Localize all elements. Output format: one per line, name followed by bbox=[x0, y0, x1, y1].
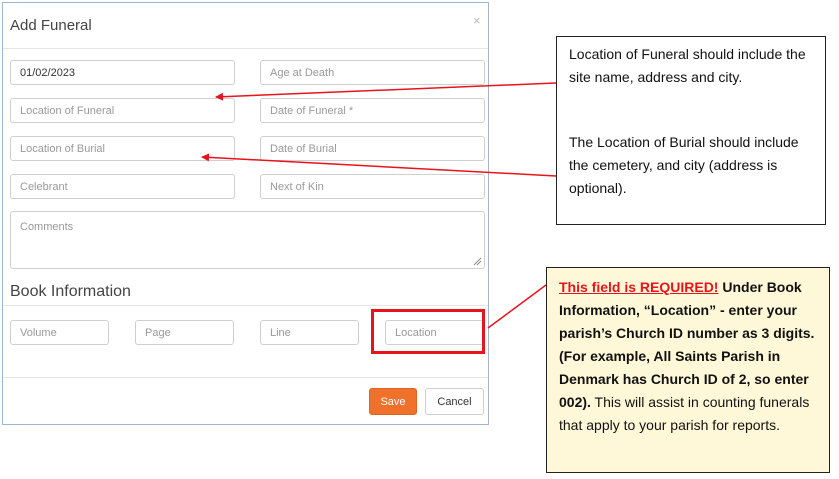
page-field[interactable] bbox=[135, 320, 234, 345]
date-field[interactable] bbox=[10, 60, 235, 85]
burial-note-text: The Location of Burial should include th… bbox=[569, 134, 799, 196]
age-at-death-field[interactable] bbox=[260, 60, 485, 85]
date-of-funeral-field[interactable] bbox=[260, 98, 485, 123]
required-note-highlight: This field is REQUIRED! bbox=[559, 279, 719, 295]
funeral-note-text: Location of Funeral should include the s… bbox=[569, 46, 806, 85]
required-note-purpose: This will assist in counting funerals th… bbox=[559, 394, 810, 433]
required-note-instructions: Under Book Information, “Location” - ent… bbox=[559, 279, 815, 410]
location-highlight-box bbox=[371, 309, 485, 354]
line-field[interactable] bbox=[260, 320, 359, 345]
close-icon[interactable]: × bbox=[473, 13, 481, 28]
required-callout-line bbox=[487, 284, 547, 329]
add-funeral-dialog: Add Funeral × Book Information Save Canc… bbox=[2, 2, 489, 425]
location-of-burial-field[interactable] bbox=[10, 136, 235, 161]
cancel-button[interactable]: Cancel bbox=[425, 388, 484, 415]
section-divider bbox=[3, 305, 488, 306]
location-of-funeral-field[interactable] bbox=[10, 98, 235, 123]
location-note-box: Location of Funeral should include the s… bbox=[556, 36, 826, 225]
volume-field[interactable] bbox=[10, 320, 109, 345]
comments-field[interactable] bbox=[10, 211, 485, 269]
footer-divider bbox=[3, 377, 488, 378]
date-of-burial-field[interactable] bbox=[260, 136, 485, 161]
book-information-heading: Book Information bbox=[10, 283, 131, 300]
required-note-box: This field is REQUIRED! Under Book Infor… bbox=[546, 267, 830, 473]
next-of-kin-field[interactable] bbox=[260, 174, 485, 199]
resize-handle-icon[interactable] bbox=[473, 257, 482, 266]
dialog-title: Add Funeral bbox=[10, 17, 92, 34]
celebrant-field[interactable] bbox=[10, 174, 235, 199]
dialog-header: Add Funeral × bbox=[3, 3, 488, 49]
save-button[interactable]: Save bbox=[369, 388, 417, 415]
